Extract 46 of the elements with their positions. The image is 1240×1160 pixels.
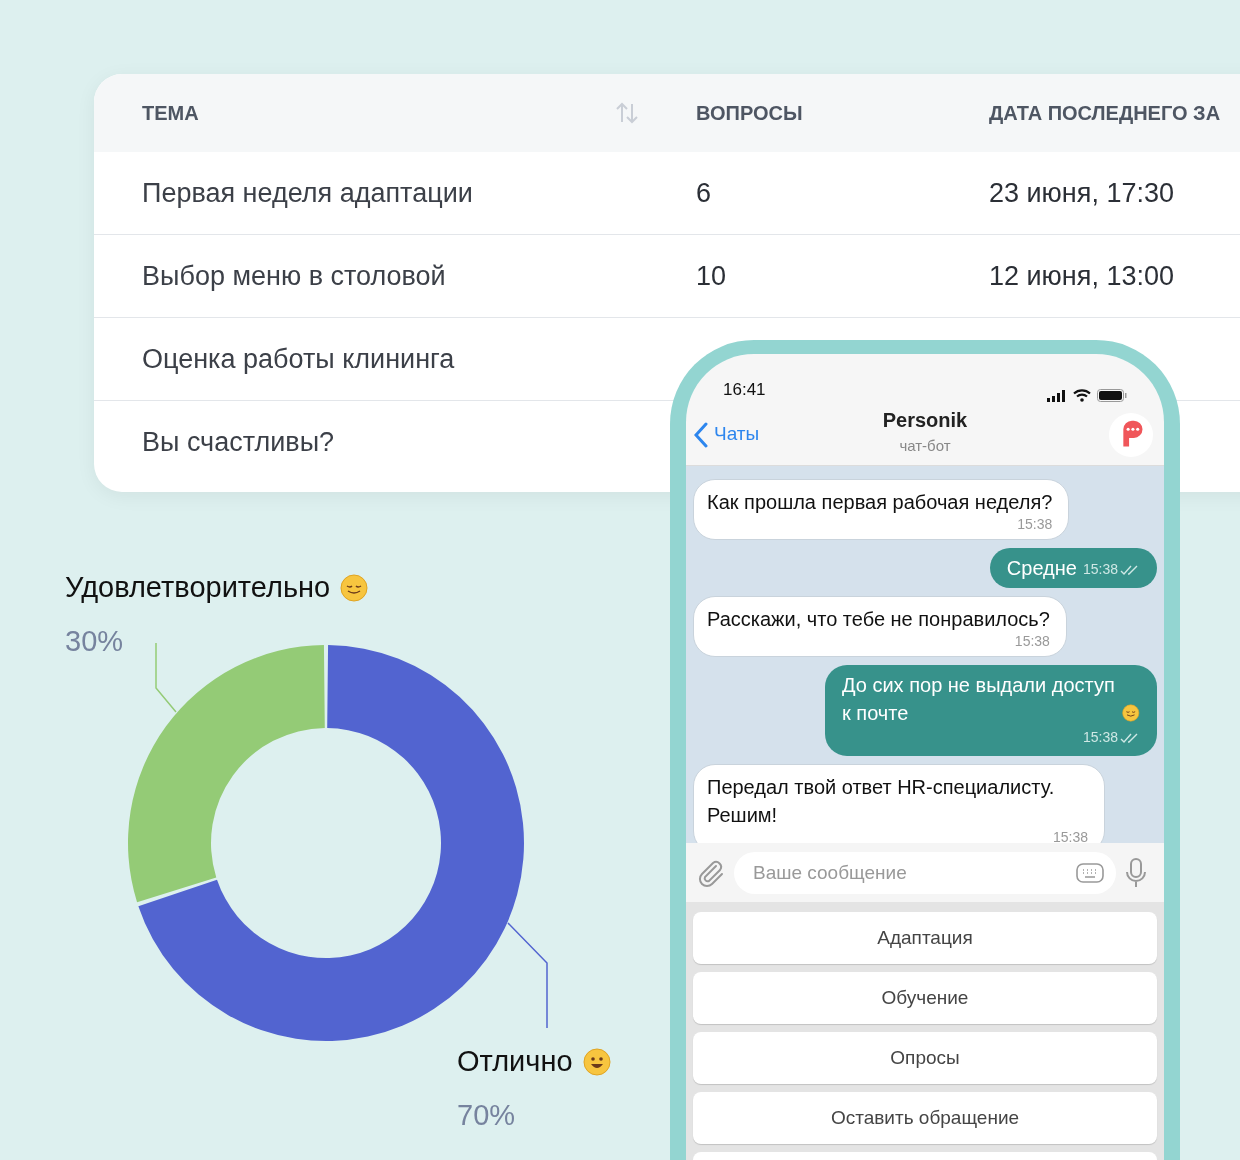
signal-icon [1047,389,1067,402]
chat-title: Personik [882,408,968,434]
smiley-face-icon [340,573,369,602]
chevron-left-icon [694,421,708,448]
leader-line [155,642,177,713]
message-text: Расскажи, что тебе не понравилось? [707,607,1050,632]
chart-label: Отлично [457,1044,573,1079]
message-time: 15:38 [1052,828,1088,847]
message-text: До сих пор не выдали доступ к почте [842,673,1116,726]
message-time: 15:38 [1082,560,1118,579]
message-time: 15:38 [1017,515,1053,534]
bot-logo-icon [1108,411,1154,458]
message-text: Как прошла первая рабочая неделя? [707,490,1053,515]
table-cell-text: 10 [696,259,728,293]
microphone-icon[interactable] [1124,856,1148,889]
table-cell-text: 23 июня, 17:30 [989,176,1175,210]
battery-icon [1097,389,1127,402]
message-text: Передал твой ответ HR-специалисту. Решим! [707,775,1056,828]
reply-button[interactable]: Опросы [693,1032,1157,1084]
message-text: Средне [1006,556,1077,581]
wifi-icon [1073,389,1091,402]
column-header: ТЕМА [142,101,199,126]
message-time: 15:38 [1082,728,1118,747]
keyboard-icon[interactable] [1076,862,1104,883]
double-check-icon [1120,731,1140,744]
chart-label: Удовлетворительно [65,570,331,605]
percent-label: 30% [65,623,125,659]
reply-button[interactable]: Оставить обращение [693,1092,1157,1144]
table-cell-text: Оценка работы клининга [142,342,456,376]
column-header: ДАТА ПОСЛЕДНЕГО ЗА [989,101,1221,126]
status-time: 16:41 [723,378,766,401]
chat-subtitle: чат-бот [899,436,951,457]
message-input[interactable]: Ваше сообщение [734,851,1116,894]
column-header: ВОПРОСЫ [696,101,803,126]
double-check-icon [1120,563,1140,576]
table-cell-text: 12 июня, 13:00 [989,259,1175,293]
message-time: 15:38 [1014,632,1050,651]
reply-button[interactable]: Адаптация [693,912,1157,964]
table-cell-text: Вы счастливы? [142,426,336,460]
table-cell-text: Выбор меню в столовой [142,259,447,293]
table-cell-text: 6 [696,176,713,210]
percent-label: 70% [457,1097,517,1133]
reply-button[interactable]: Обучение [693,972,1157,1024]
smiley-face-icon [582,1047,611,1076]
sort-icon[interactable] [614,100,640,126]
table-cell-text: Первая неделя адаптации [142,176,474,210]
